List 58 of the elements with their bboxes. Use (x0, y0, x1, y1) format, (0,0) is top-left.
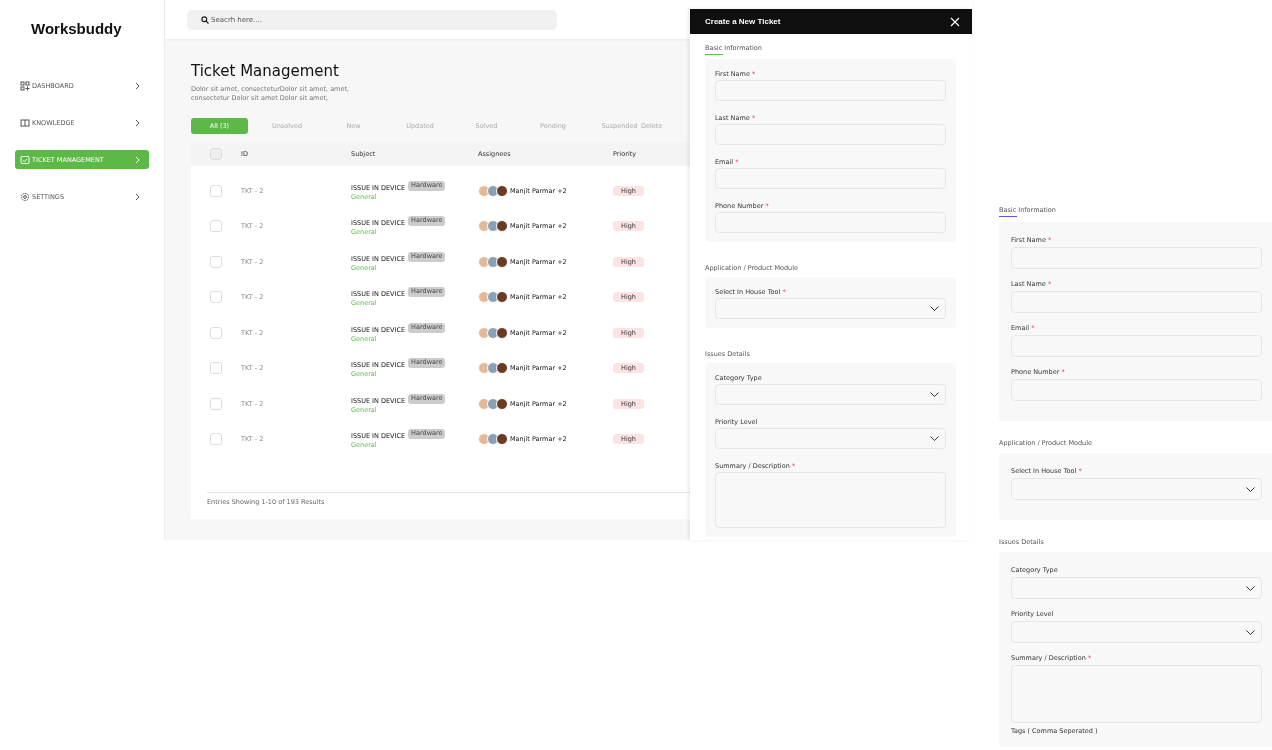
checkbox[interactable] (210, 255, 222, 268)
avatar (487, 362, 499, 375)
avatar (496, 397, 508, 410)
avatar (496, 433, 508, 446)
chevron-right-icon (135, 118, 140, 127)
avatar (487, 220, 499, 233)
close-icon (950, 16, 960, 27)
dropdown[interactable] (1011, 621, 1262, 643)
ticket-icon (20, 154, 30, 165)
book-icon (20, 117, 30, 128)
avatar (487, 291, 499, 304)
checkbox[interactable] (210, 220, 222, 233)
avatar (496, 326, 508, 339)
chevron-down-icon (1246, 629, 1255, 635)
grid-icon (20, 80, 30, 91)
avatar (478, 362, 490, 375)
dropdown[interactable] (1011, 577, 1262, 599)
checkbox[interactable] (210, 291, 222, 304)
avatar (478, 255, 490, 268)
avatar (478, 220, 490, 233)
avatar (487, 184, 499, 197)
avatar (478, 291, 490, 304)
avatar (496, 220, 508, 233)
dropdown[interactable] (1011, 478, 1262, 500)
chevron-down-icon (930, 306, 939, 311)
checkbox[interactable] (210, 184, 222, 197)
avatar (496, 362, 508, 375)
avatar (478, 326, 490, 339)
avatar (487, 255, 499, 268)
chevron-down-icon (1246, 486, 1255, 492)
chevron-down-icon (1246, 585, 1255, 591)
avatar (478, 184, 490, 197)
avatar (487, 326, 499, 339)
avatar (496, 291, 508, 304)
modal-title: Create a New Ticket (705, 17, 781, 26)
avatar (487, 433, 499, 446)
close-button[interactable] (950, 16, 960, 27)
chevron-right-icon (135, 155, 140, 164)
chevron-down-icon (930, 392, 939, 397)
avatar (496, 184, 508, 197)
chevron-right-icon (135, 192, 140, 201)
avatar (496, 255, 508, 268)
logo: Worksbuddy (31, 20, 122, 38)
dropdown[interactable] (715, 298, 946, 319)
page-title: Ticket Management (191, 61, 339, 81)
chevron-down-icon (930, 436, 939, 441)
checkbox[interactable] (210, 397, 222, 410)
chevron-right-icon (135, 81, 140, 90)
dropdown[interactable] (715, 384, 946, 405)
avatar (478, 397, 490, 410)
checkbox[interactable] (210, 362, 222, 375)
search-icon (201, 15, 209, 24)
checkbox[interactable] (210, 433, 222, 446)
settings-icon (20, 191, 30, 202)
avatar (487, 397, 499, 410)
checkbox[interactable] (210, 326, 222, 339)
dropdown[interactable] (715, 428, 946, 449)
avatar (478, 433, 490, 446)
